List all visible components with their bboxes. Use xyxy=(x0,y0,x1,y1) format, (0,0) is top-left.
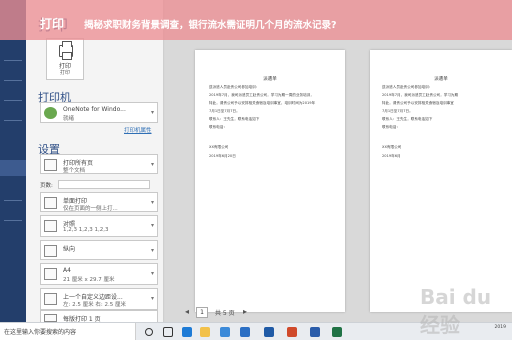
banner-tag: 打印 xyxy=(40,17,65,31)
nav-item[interactable] xyxy=(4,120,22,121)
article-title-banner: 打印 揭秘求职财务背景调查，银行流水需证明几个月的流水记录? xyxy=(0,0,512,40)
taskbar-search-box[interactable]: 在这里输入你要搜索的内容 xyxy=(0,323,136,340)
page-text-line: XX有限公司 xyxy=(209,145,229,149)
chevron-down-icon: ▾ xyxy=(150,161,154,168)
chevron-down-icon: ▾ xyxy=(150,270,154,277)
collate-icon xyxy=(44,220,57,232)
page-text-line: 联系电话： xyxy=(209,125,227,129)
page-text-line: 联系电话： xyxy=(382,125,400,129)
preview-page: 派遣单 兹派遣人员赴贵公司参加培训： 2019年7月，我司派遣员工赴贵公司，学习… xyxy=(370,50,512,312)
cortana-icon[interactable] xyxy=(145,328,153,336)
paper-size-select[interactable]: A4 21 厘米 x 29.7 厘米 ▾ xyxy=(40,263,158,285)
pages-row: 页数: xyxy=(40,180,158,189)
print-button[interactable]: 打印 打印 xyxy=(46,38,84,80)
preview-page: 派遣单 兹派遣人员赴贵公司参加培训： 2019年7月，我司派遣员工赴贵公司，学习… xyxy=(195,50,345,312)
printer-select[interactable]: OneNote for Windo... 就绪 ▾ xyxy=(40,102,158,123)
page-text-line: 7月1日至7月7日。 xyxy=(209,109,240,113)
store-icon[interactable] xyxy=(220,327,230,337)
pages-input[interactable] xyxy=(58,180,150,189)
page-text-line: 2019年7月，我司派遣员工赴贵公司，学习为期一周的业务培训， xyxy=(209,93,314,97)
printer-name: OneNote for Windo... xyxy=(63,106,126,113)
pages-label: 页数: xyxy=(40,183,53,189)
pages-per-sheet-select[interactable]: 每版打印 1 页 xyxy=(40,310,158,322)
print-scope-select[interactable]: 打印所有页 整个文档 ▾ xyxy=(40,154,158,174)
excel-icon[interactable] xyxy=(332,327,342,337)
baidu-watermark: Bai du 经验 xyxy=(420,285,512,337)
page-text-line: 兹派遣人员赴贵公司参加培训： xyxy=(382,85,433,89)
nav-item[interactable] xyxy=(4,200,22,201)
printer-status-icon xyxy=(44,107,57,119)
current-page-input[interactable]: 1 xyxy=(196,307,208,318)
watermark-logo: Bai du 经验 xyxy=(420,285,492,337)
chevron-down-icon: ▾ xyxy=(150,295,154,302)
document-pages-icon xyxy=(44,159,57,171)
nav-item[interactable] xyxy=(4,220,22,221)
outlook-icon[interactable] xyxy=(264,327,274,337)
page-text-line: 7月1日至7月7日。 xyxy=(382,109,413,113)
printer-icon xyxy=(59,41,73,60)
powerpoint-icon[interactable] xyxy=(287,327,297,337)
page-text-line: 联系人：王先生，联系电话如下 xyxy=(382,117,433,121)
chevron-down-icon: ▾ xyxy=(150,222,154,229)
edge-browser-icon[interactable] xyxy=(182,327,192,337)
file-explorer-icon[interactable] xyxy=(200,327,210,337)
nav-item[interactable] xyxy=(4,80,22,81)
page-text-line: 兹派遣人员赴贵公司参加培训： xyxy=(209,85,260,89)
page-text-line: 特此，请贵公司予以安排相关食宿及培训事宜，培训时间为2019年 xyxy=(209,101,316,105)
chevron-down-icon: ▾ xyxy=(150,109,154,116)
print-button-sublabel: 打印 xyxy=(59,70,70,76)
nav-item-print-selected[interactable] xyxy=(0,160,26,176)
page-title: 派遣单 xyxy=(434,77,448,82)
chevron-down-icon: ▾ xyxy=(150,247,154,254)
single-sided-icon xyxy=(44,197,57,209)
printer-status: 就绪 xyxy=(63,116,75,122)
collate-secondary: 1,2,3 1,2,3 1,2,3 xyxy=(63,227,109,233)
page-text-line: 2019年7月，我司派遣员工赴贵公司，学习为期 xyxy=(382,93,459,97)
paper-primary: A4 xyxy=(63,267,71,274)
printer-properties-link[interactable]: 打印机属性 xyxy=(124,126,152,134)
sides-select[interactable]: 单面打印 仅在页面的一侧上打... ▾ xyxy=(40,192,158,212)
margins-icon xyxy=(44,293,57,305)
total-pages: 共 5 页 xyxy=(215,310,235,317)
mail-icon[interactable] xyxy=(240,327,250,337)
page-title: 派遣单 xyxy=(263,77,277,82)
print-scope-secondary: 整个文档 xyxy=(63,168,86,174)
previous-page-icon[interactable]: ◂ xyxy=(185,307,189,316)
print-preview-area: 派遣单 兹派遣人员赴贵公司参加培训： 2019年7月，我司派遣员工赴贵公司，学习… xyxy=(165,0,512,322)
page-text-line: 2019年6月 xyxy=(382,154,401,158)
per-sheet-primary: 每版打印 1 页 xyxy=(63,316,101,322)
nav-item[interactable] xyxy=(4,60,22,61)
orientation-primary: 纵向 xyxy=(63,246,76,253)
backstage-nav-rail xyxy=(0,0,26,322)
margins-secondary: 左: 2.5 厘米 右: 2.5 厘米 xyxy=(63,302,126,308)
collate-select[interactable]: 对照 1,2,3 1,2,3 1,2,3 ▾ xyxy=(40,215,158,237)
pages-per-sheet-icon xyxy=(44,314,57,322)
page-text-line: 2019年6月20日 xyxy=(209,154,236,158)
page-text-line: 特此，请贵公司予以安排相关食宿及培训事宜 xyxy=(382,101,454,105)
portrait-orientation-icon xyxy=(44,245,57,257)
margins-select[interactable]: 上一个自定义边距设... 左: 2.5 厘米 右: 2.5 厘米 ▾ xyxy=(40,288,158,310)
task-view-icon[interactable] xyxy=(163,327,173,337)
taskbar-search-placeholder: 在这里输入你要搜索的内容 xyxy=(4,329,77,336)
paper-secondary: 21 厘米 x 29.7 厘米 xyxy=(63,277,115,283)
next-page-icon[interactable]: ▸ xyxy=(243,307,247,316)
chevron-down-icon: ▾ xyxy=(150,199,154,206)
word-icon[interactable] xyxy=(310,327,320,337)
page-text-line: 联系人：王先生，联系电话如下 xyxy=(209,117,260,121)
page-text-line: XX有限公司 xyxy=(382,145,402,149)
orientation-select[interactable]: 纵向 ▾ xyxy=(40,240,158,260)
nav-item[interactable] xyxy=(4,100,22,101)
sides-secondary: 仅在页面的一侧上打... xyxy=(63,206,118,212)
print-settings-panel: 打印 打印 打印 打印机 OneNote for Windo... 就绪 ▾ 打… xyxy=(26,0,164,322)
banner-title: 揭秘求职财务背景调查，银行流水需证明几个月的流水记录? xyxy=(84,20,337,31)
paper-size-icon xyxy=(44,268,57,280)
